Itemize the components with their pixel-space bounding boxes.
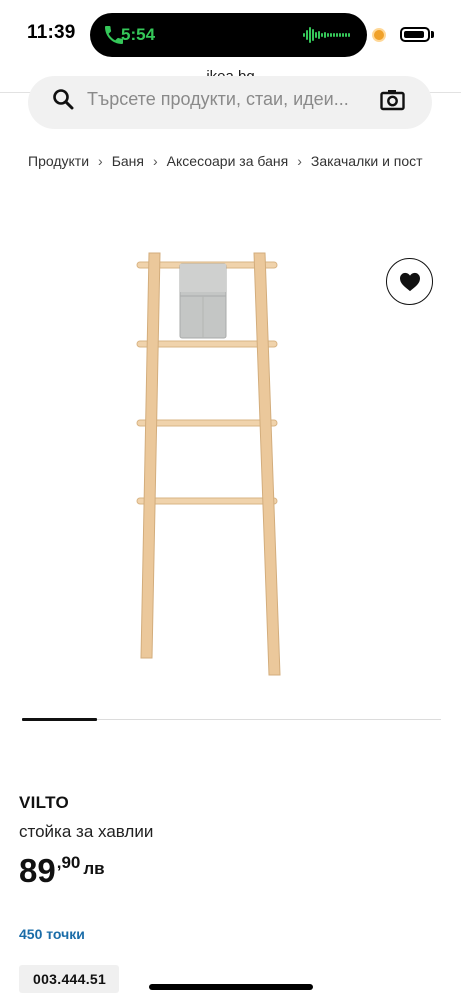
search-icon[interactable]	[52, 88, 74, 110]
search-input[interactable]: Търсете продукти, стаи, идеи...	[87, 89, 349, 110]
battery-icon	[400, 27, 430, 42]
breadcrumb-separator: ›	[152, 153, 158, 169]
privacy-indicator-dot	[372, 28, 386, 42]
price-decimal: ,90	[56, 853, 81, 872]
breadcrumb-item-products[interactable]: Продукти	[28, 153, 89, 169]
home-indicator[interactable]	[149, 984, 313, 990]
product-name[interactable]: VILTO	[19, 793, 69, 813]
breadcrumb-item-bathroom[interactable]: Баня	[112, 153, 144, 169]
ladder-right-rail	[253, 252, 281, 676]
family-points[interactable]: 450 точки	[19, 926, 85, 942]
heart-icon	[400, 272, 420, 292]
article-number: 003.444.51	[33, 971, 107, 987]
product-price: 89,90 лв	[19, 852, 105, 889]
breadcrumb-item-hangers[interactable]: Закачалки и пост	[311, 153, 423, 169]
price-currency: лв	[83, 859, 105, 878]
product-description: стойка за хавлии	[19, 822, 154, 841]
ladder-left-rail	[140, 252, 161, 659]
hanging-organizer	[179, 263, 227, 339]
status-time: 11:39	[27, 22, 76, 43]
search-bar[interactable]: Търсете продукти, стаи, идеи...	[28, 76, 432, 129]
breadcrumb-separator: ›	[98, 153, 103, 169]
breadcrumb: Продукти › Баня › Аксесоари за баня › Закачалк…	[28, 153, 461, 173]
dynamic-island[interactable]: 5:54	[90, 13, 367, 57]
breadcrumb-separator: ›	[297, 153, 302, 169]
wishlist-button[interactable]	[386, 258, 433, 305]
waveform-icon	[303, 27, 350, 43]
breadcrumb-item-bathroom-accessories[interactable]: Аксесоари за баня	[167, 153, 289, 169]
call-duration: 5:54	[121, 25, 156, 44]
camera-icon[interactable]	[380, 89, 405, 111]
gallery-progress-indicator[interactable]	[22, 718, 97, 721]
battery-nub	[431, 31, 434, 38]
price-integer: 89	[19, 852, 56, 889]
article-number-badge[interactable]: 003.444.51	[19, 965, 119, 993]
product-image[interactable]	[110, 245, 310, 685]
